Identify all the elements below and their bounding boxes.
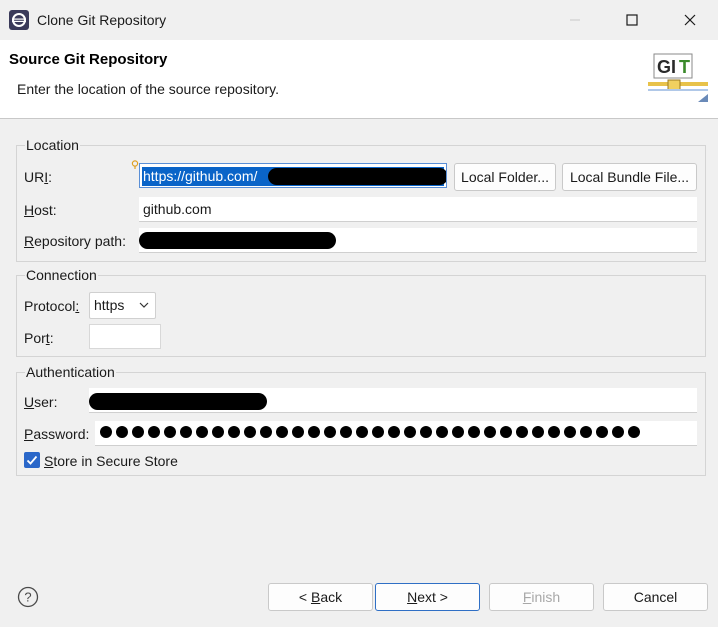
minimize-button[interactable] — [552, 0, 598, 40]
password-mask-dot — [148, 426, 160, 438]
password-mask-dot — [260, 426, 272, 438]
maximize-button[interactable] — [609, 0, 655, 40]
svg-text:?: ? — [24, 590, 31, 605]
password-mask-dot — [628, 426, 640, 438]
password-mask-dot — [484, 426, 496, 438]
port-label: Port: — [24, 330, 54, 346]
uri-label: URI: — [24, 169, 53, 185]
password-mask-dot — [564, 426, 576, 438]
password-mask-dot — [212, 426, 224, 438]
password-mask-dot — [228, 426, 240, 438]
password-mask-dot — [532, 426, 544, 438]
password-mask-dot — [548, 426, 560, 438]
chevron-down-icon — [139, 302, 149, 308]
password-mask-dot — [164, 426, 176, 438]
user-input[interactable] — [89, 388, 697, 413]
minimize-icon — [570, 19, 580, 21]
user-label: User: — [24, 394, 58, 410]
lightbulb-icon — [131, 160, 139, 169]
title-bar: Clone Git Repository — [0, 0, 718, 40]
password-mask-dot — [308, 426, 320, 438]
password-mask-dot — [436, 426, 448, 438]
password-mask-dot — [404, 426, 416, 438]
window-title: Clone Git Repository — [37, 12, 167, 28]
host-label: Host: — [24, 202, 57, 218]
password-mask-dot — [356, 426, 368, 438]
password-mask-dot — [516, 426, 528, 438]
store-secure-label[interactable]: Store in Secure Store — [44, 453, 178, 469]
password-mask-dot — [612, 426, 624, 438]
eclipse-icon — [9, 10, 29, 30]
close-icon — [684, 14, 696, 26]
password-mask-dot — [452, 426, 464, 438]
finish-button[interactable]: Finish — [489, 583, 594, 611]
repository-path-input[interactable] — [139, 228, 697, 253]
password-mask-dot — [196, 426, 208, 438]
password-mask-dot — [180, 426, 192, 438]
password-mask-dot — [340, 426, 352, 438]
password-mask-dot — [100, 426, 112, 438]
protocol-select[interactable]: https — [89, 292, 156, 319]
local-folder-button[interactable]: Local Folder... — [454, 163, 556, 191]
password-mask — [100, 426, 640, 438]
password-mask-dot — [372, 426, 384, 438]
password-mask-dot — [276, 426, 288, 438]
svg-text:GI: GI — [657, 57, 676, 77]
svg-text:T: T — [679, 57, 690, 77]
next-button[interactable]: Next > — [375, 583, 480, 611]
port-input[interactable] — [89, 324, 161, 349]
cancel-button[interactable]: Cancel — [603, 583, 708, 611]
redacted-user — [89, 393, 267, 410]
close-button[interactable] — [667, 0, 713, 40]
protocol-value: https — [94, 297, 125, 313]
wizard-banner: Source Git Repository Enter the location… — [0, 40, 718, 119]
redacted-uri — [268, 168, 446, 185]
local-bundle-file-button[interactable]: Local Bundle File... — [562, 163, 697, 191]
page-description: Enter the location of the source reposit… — [17, 81, 279, 97]
password-mask-dot — [244, 426, 256, 438]
git-logo-icon: GI T — [648, 53, 708, 102]
back-button[interactable]: < Back — [268, 583, 373, 611]
password-mask-dot — [468, 426, 480, 438]
password-mask-dot — [420, 426, 432, 438]
maximize-icon — [626, 14, 638, 26]
password-mask-dot — [388, 426, 400, 438]
password-mask-dot — [580, 426, 592, 438]
store-secure-checkbox[interactable] — [24, 452, 40, 468]
protocol-label: Protocol: — [24, 298, 80, 314]
host-input[interactable]: github.com — [139, 197, 697, 222]
redacted-repository-path — [139, 232, 336, 249]
connection-group-title: Connection — [25, 267, 98, 283]
repository-path-label: Repository path: — [24, 233, 126, 249]
authentication-group-title: Authentication — [25, 364, 116, 380]
help-icon[interactable]: ? — [17, 586, 39, 608]
page-title: Source Git Repository — [9, 51, 168, 68]
location-group-title: Location — [25, 137, 80, 153]
password-mask-dot — [500, 426, 512, 438]
password-mask-dot — [116, 426, 128, 438]
password-mask-dot — [292, 426, 304, 438]
password-mask-dot — [132, 426, 144, 438]
checkmark-icon — [26, 455, 38, 465]
uri-value: https://github.com/ — [143, 168, 258, 184]
password-mask-dot — [596, 426, 608, 438]
password-mask-dot — [324, 426, 336, 438]
password-label: Password: — [24, 426, 90, 442]
uri-input[interactable]: https://github.com/ — [139, 163, 447, 188]
